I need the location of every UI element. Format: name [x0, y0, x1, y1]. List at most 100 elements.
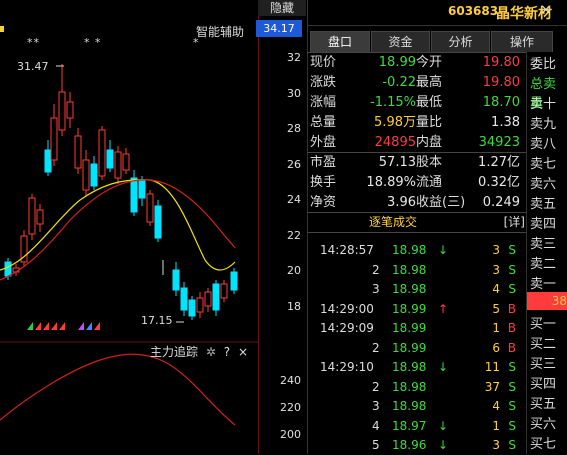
trade-arrow-icon: ↓: [438, 360, 449, 374]
quote-value: 24895: [374, 135, 416, 150]
quote-label: 内盘: [416, 135, 443, 150]
trade-row: 14:29:10 18.98 ↓ 11 S: [310, 357, 522, 377]
signal-marker: [43, 322, 49, 330]
trade-volume: 3: [492, 438, 500, 452]
close-panel-icon[interactable]: ×: [540, 2, 552, 18]
tab-fenxi[interactable]: 分析: [431, 31, 490, 52]
candle: [146, 193, 154, 223]
quote-divider: [307, 152, 526, 153]
trade-price: 18.98: [392, 243, 427, 257]
candle: [66, 101, 74, 119]
trade-row: 14:28:57 18.98 ↓ 3 S: [310, 240, 522, 260]
trades-detail-link[interactable]: [详]: [504, 213, 525, 232]
trade-side: S: [508, 379, 516, 394]
candle: [220, 283, 228, 299]
quote-label: 收益(三): [416, 195, 466, 210]
signal-marker: [27, 322, 33, 330]
candle: [138, 179, 146, 199]
signal-markers: [27, 322, 100, 330]
tab-caozuo[interactable]: 操作: [491, 31, 553, 52]
trades-header: 逐笔成交 [详]: [307, 213, 527, 232]
quote-value: 18.70: [482, 95, 520, 110]
quote-value: 19.80: [482, 75, 520, 90]
hide-button[interactable]: 隐藏: [258, 0, 306, 16]
edge-marker: [0, 26, 4, 32]
trade-side: S: [508, 438, 516, 452]
trade-price: 18.98: [392, 262, 427, 277]
trade-row: 14:29:09 18.99 1 B: [310, 318, 522, 338]
candle: [74, 135, 82, 169]
candle: [90, 163, 98, 187]
stock-code: 603683: [448, 4, 499, 18]
gear-icon[interactable]: ✲: [206, 345, 216, 359]
trade-arrow-icon: ↓: [438, 438, 449, 452]
trade-side: S: [508, 399, 516, 413]
candle: [188, 299, 196, 317]
trade-time: 2: [372, 262, 380, 277]
price-axis: 32 30 28 26 24 22 20 18 240 220 200: [258, 0, 307, 454]
trade-row: 2 18.99 6 B: [310, 338, 522, 358]
y-tick: 26: [287, 158, 301, 171]
candle: [114, 151, 122, 179]
trade-volume: 6: [492, 340, 500, 355]
trade-volume: 1: [492, 418, 500, 433]
trade-volume: 11: [484, 360, 500, 374]
main-force-label: 主力追踪: [150, 345, 199, 359]
trade-time: 14:28:57: [320, 243, 374, 257]
trade-row: 3 18.98 4 S: [310, 396, 522, 416]
quote-value: 0.32亿: [478, 175, 520, 190]
order-book-label: 买三: [530, 357, 557, 372]
order-book-label: 买一: [530, 317, 557, 332]
trade-volume: 1: [492, 321, 500, 335]
order-book-label: 卖一: [530, 277, 557, 292]
signal-marker: [78, 322, 84, 330]
candle: [230, 271, 238, 291]
trade-price: 18.96: [392, 438, 427, 452]
quote-value: 57.13: [378, 155, 416, 170]
candle: [196, 297, 204, 313]
trade-price: 18.97: [392, 418, 427, 433]
quote-row: 总量 5.98万 量比 1.38: [310, 113, 522, 133]
trade-volume: 5: [492, 301, 500, 316]
trade-side: B: [507, 321, 516, 335]
candle: [204, 291, 212, 307]
trade-arrow-icon: ↑: [438, 301, 449, 316]
quote-value: 18.99: [378, 55, 416, 70]
trade-time: 14:29:09: [320, 321, 374, 335]
order-book-label: 卖七: [530, 157, 557, 172]
star-mark-2: * *: [84, 36, 102, 49]
quote-value: -0.22: [382, 75, 416, 90]
close-icon[interactable]: ×: [238, 345, 248, 359]
help-icon[interactable]: ?: [224, 345, 230, 359]
trade-arrow-icon: ↓: [438, 418, 449, 433]
tab-zijin[interactable]: 资金: [371, 31, 430, 52]
quote-label: 涨跌: [310, 75, 337, 90]
quote-label: 今开: [416, 55, 443, 70]
order-book-label: 卖八: [530, 137, 557, 152]
trades-divider: [307, 232, 526, 233]
trade-row: 3 18.98 4 S: [310, 279, 522, 299]
kline-chart[interactable]: ** * * * 31.47 17.15 智能辅助 主力追踪 ✲ ? ×: [0, 0, 258, 454]
trade-row: 14:29:00 18.99 ↑ 5 B: [310, 299, 522, 319]
trade-row: 5 18.96 ↓ 3 S: [310, 435, 522, 455]
tab-pankou[interactable]: 盘口: [310, 31, 370, 52]
lower-y-tick: 220: [280, 401, 301, 414]
order-book-label: 买四: [530, 377, 557, 392]
trade-volume: 37: [484, 379, 500, 394]
quote-label: 最低: [416, 95, 443, 110]
quote-label: 净资: [310, 195, 337, 210]
candle: [130, 177, 138, 213]
order-book-label: 买五: [530, 397, 557, 412]
trade-price: 18.99: [392, 321, 427, 335]
signal-marker: [51, 322, 57, 330]
trade-row: 2 18.98 3 S: [310, 260, 522, 280]
order-book-label: 买七: [530, 437, 557, 452]
order-book-label: 卖九: [530, 117, 557, 132]
trade-time: 4: [372, 418, 380, 433]
candle: [4, 261, 12, 277]
current-price-marker: 38: [527, 292, 567, 310]
quote-value: 5.98万: [374, 115, 416, 130]
signal-marker: [59, 322, 65, 330]
smart-assist-button[interactable]: 智能辅助: [196, 23, 244, 40]
quote-label: 股本: [416, 155, 443, 170]
